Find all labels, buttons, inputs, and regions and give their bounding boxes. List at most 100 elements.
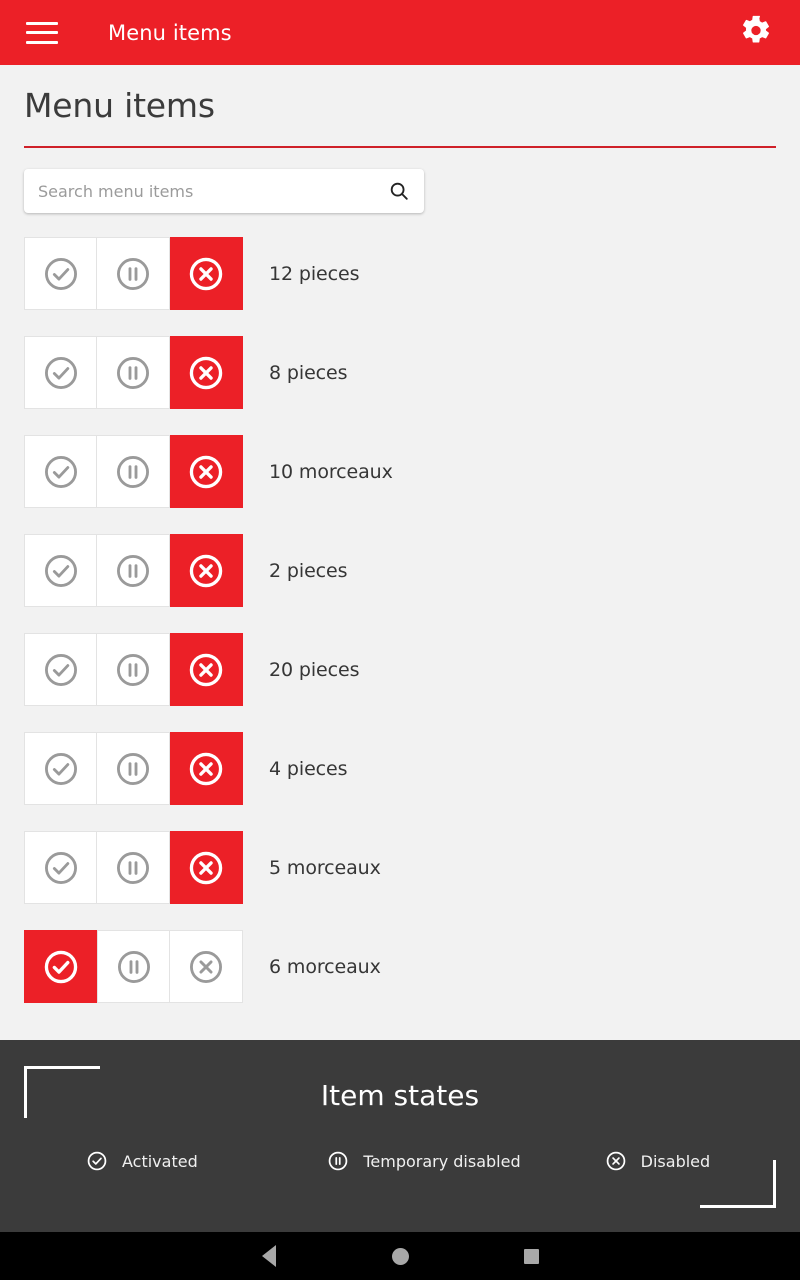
app-screen: Menu items Menu items 12 pieces8 pieces1…	[0, 0, 800, 1280]
search-icon[interactable]	[388, 180, 410, 202]
list-item: 2 pieces	[24, 534, 776, 607]
check-circle-icon-svg	[44, 851, 77, 884]
legend-item-label: Disabled	[640, 1151, 711, 1171]
check-circle-icon-svg	[44, 752, 77, 785]
legend-item-label: Activated	[122, 1151, 198, 1171]
check-circle-icon-svg	[87, 1151, 107, 1171]
pause-circle-icon	[114, 453, 152, 491]
disable-button[interactable]	[170, 633, 243, 706]
disable-button[interactable]	[170, 831, 243, 904]
hamburger-bar	[26, 21, 58, 25]
activate-button[interactable]	[24, 831, 97, 904]
pause-circle-icon	[114, 750, 152, 788]
activate-button[interactable]	[24, 435, 97, 508]
x-circle-icon-svg	[189, 653, 223, 686]
pause-circle-icon	[114, 552, 152, 590]
list-item: 6 morceaux	[24, 930, 776, 1003]
activate-button[interactable]	[24, 732, 97, 805]
pause-circle-icon-svg	[117, 356, 149, 389]
pause-circle-icon-svg	[117, 257, 149, 290]
hamburger-bar	[26, 31, 58, 34]
legend-item: Disabled	[523, 1150, 800, 1172]
disable-button[interactable]	[170, 534, 243, 607]
check-circle-icon-svg	[44, 356, 77, 389]
list-item: 8 pieces	[24, 336, 776, 409]
back-triangle-icon	[262, 1245, 276, 1267]
activate-button[interactable]	[24, 237, 97, 310]
state-segmented-control	[24, 435, 243, 508]
state-segmented-control	[24, 633, 243, 706]
x-circle-icon-svg	[189, 257, 223, 290]
nav-back-button[interactable]	[226, 1245, 312, 1267]
nav-recents-button[interactable]	[488, 1248, 574, 1264]
temporary-disable-button[interactable]	[97, 930, 170, 1003]
temporary-disable-button[interactable]	[97, 336, 170, 409]
legend-item: Activated	[0, 1150, 281, 1172]
state-segmented-control	[24, 534, 243, 607]
state-segmented-control	[24, 831, 243, 904]
temporary-disable-button[interactable]	[97, 831, 170, 904]
check-circle-icon-svg	[44, 455, 77, 488]
legend-items: Activated Temporary disabled Disabled	[0, 1150, 800, 1172]
temporary-disable-button[interactable]	[97, 633, 170, 706]
check-circle-icon	[42, 948, 80, 986]
x-circle-icon-svg	[189, 455, 223, 488]
state-segmented-control	[24, 336, 243, 409]
temporary-disable-button[interactable]	[97, 237, 170, 310]
check-circle-icon	[42, 552, 80, 590]
pause-circle-icon	[114, 651, 152, 689]
home-circle-icon	[391, 1247, 409, 1265]
check-circle-icon-svg	[44, 257, 77, 290]
check-circle-icon-svg	[44, 653, 77, 686]
nav-home-button[interactable]	[357, 1247, 443, 1265]
disable-button[interactable]	[170, 732, 243, 805]
title-divider	[24, 146, 776, 148]
pause-circle-icon-svg	[117, 752, 149, 785]
check-circle-icon	[86, 1150, 108, 1172]
activate-button[interactable]	[24, 633, 97, 706]
pause-circle-icon	[115, 948, 153, 986]
app-bar-title: Menu items	[108, 20, 232, 45]
disable-button[interactable]	[170, 435, 243, 508]
legend-title: Item states	[320, 1079, 480, 1112]
activate-button[interactable]	[24, 930, 97, 1003]
android-navigation-bar	[0, 1232, 800, 1280]
temporary-disable-button[interactable]	[97, 732, 170, 805]
temporary-disable-button[interactable]	[97, 435, 170, 508]
list-item-label: 5 morceaux	[269, 856, 381, 879]
legend-item: Temporary disabled	[281, 1150, 522, 1172]
search-input[interactable]	[24, 169, 388, 213]
x-circle-icon	[187, 255, 225, 293]
pause-circle-icon	[114, 255, 152, 293]
legend-item-label: Temporary disabled	[363, 1151, 521, 1171]
x-circle-icon	[187, 651, 225, 689]
list-item: 20 pieces	[24, 633, 776, 706]
list-item: 12 pieces	[24, 237, 776, 310]
state-segmented-control	[24, 930, 243, 1003]
state-segmented-control	[24, 732, 243, 805]
hamburger-menu-icon[interactable]	[26, 21, 58, 44]
x-circle-icon-svg	[190, 950, 222, 983]
search-box[interactable]	[24, 169, 424, 213]
x-circle-icon	[187, 354, 225, 392]
disable-button[interactable]	[170, 930, 243, 1003]
list-item: 4 pieces	[24, 732, 776, 805]
gear-icon[interactable]	[740, 14, 772, 51]
x-circle-icon	[187, 750, 225, 788]
app-bar: Menu items	[0, 0, 800, 65]
pause-circle-icon-svg	[329, 1151, 348, 1171]
temporary-disable-button[interactable]	[97, 534, 170, 607]
x-circle-icon-svg	[606, 1151, 625, 1171]
disable-button[interactable]	[170, 237, 243, 310]
check-circle-icon	[42, 849, 80, 887]
disable-button[interactable]	[170, 336, 243, 409]
pause-circle-icon	[327, 1150, 349, 1172]
menu-items-list: 12 pieces 8 pieces 10 morceaux 2 pieces 20 p…	[24, 237, 776, 1029]
pause-circle-icon-svg	[117, 554, 149, 587]
check-circle-icon-svg	[44, 554, 77, 587]
activate-button[interactable]	[24, 336, 97, 409]
list-item: 5 morceaux	[24, 831, 776, 904]
check-circle-icon-svg	[44, 950, 77, 983]
x-circle-icon	[187, 948, 225, 986]
activate-button[interactable]	[24, 534, 97, 607]
